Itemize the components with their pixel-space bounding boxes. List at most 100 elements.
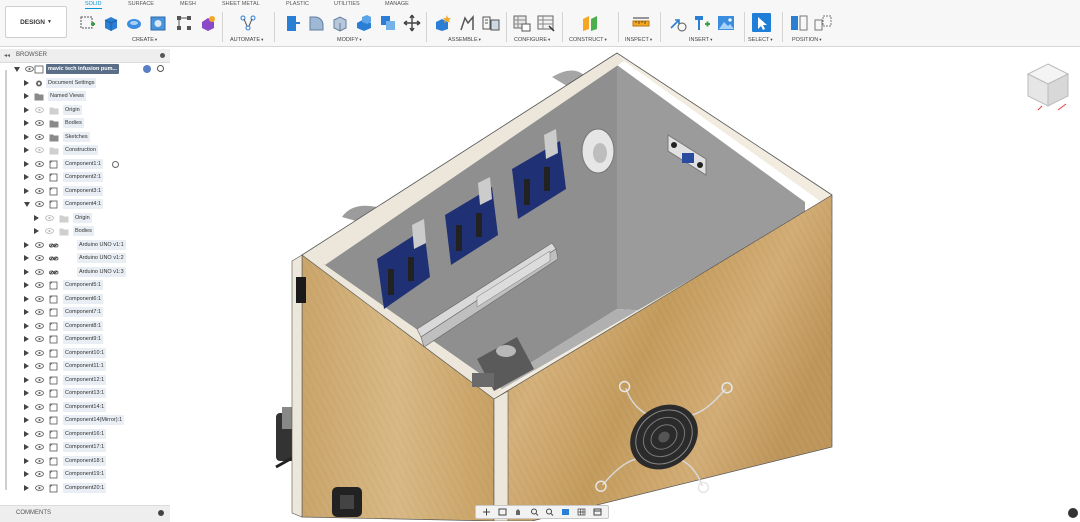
- browser-item[interactable]: Component19:1: [0, 468, 172, 481]
- visibility-eye-icon[interactable]: [35, 444, 44, 450]
- browser-item[interactable]: Component16:1: [0, 428, 172, 441]
- group-inspect[interactable]: INSPECT▾: [625, 37, 652, 43]
- visibility-eye-icon[interactable]: [35, 457, 44, 464]
- browser-item[interactable]: Component12:1: [0, 374, 172, 387]
- help-icon[interactable]: [1068, 508, 1078, 518]
- fillet-icon[interactable]: [306, 13, 325, 32]
- group-modify[interactable]: MODIFY▾: [337, 37, 362, 43]
- browser-item[interactable]: Component3:1: [0, 185, 172, 198]
- tab-sheet-metal[interactable]: SHEET METAL: [222, 1, 260, 7]
- create-form-icon[interactable]: [198, 13, 217, 32]
- browser-root-item[interactable]: mavic tech infusion pum...: [0, 63, 172, 76]
- visibility-eye-icon[interactable]: [35, 201, 44, 207]
- browser-item[interactable]: Component1:1: [0, 158, 172, 171]
- combine-icon[interactable]: [378, 13, 397, 32]
- configure-rules-icon[interactable]: [536, 13, 555, 32]
- visibility-eye-icon[interactable]: [35, 147, 44, 153]
- configure-table-icon[interactable]: [512, 13, 531, 32]
- browser-item[interactable]: Origin: [0, 212, 172, 225]
- group-construct[interactable]: CONSTRUCT▾: [569, 37, 607, 43]
- expand-arrow-icon[interactable]: [24, 295, 29, 302]
- offset-plane-icon[interactable]: [580, 13, 599, 32]
- group-assemble[interactable]: ASSEMBLE▾: [448, 37, 481, 43]
- look-at-icon[interactable]: [498, 508, 507, 516]
- chamfer-icon[interactable]: [330, 13, 349, 32]
- visibility-eye-icon[interactable]: [35, 349, 44, 356]
- browser-item[interactable]: Component14:1: [0, 401, 172, 414]
- expand-arrow-icon[interactable]: [24, 349, 29, 356]
- visibility-eye-icon[interactable]: [35, 376, 44, 383]
- browser-item[interactable]: Component2:1: [0, 171, 172, 184]
- browser-item[interactable]: Named Views: [0, 90, 172, 103]
- browser-item[interactable]: Component17:1: [0, 441, 172, 454]
- expand-arrow-icon[interactable]: [24, 336, 29, 342]
- browser-item[interactable]: Origin: [0, 104, 172, 117]
- browser-item[interactable]: Arduino UNO v1:2: [0, 252, 172, 265]
- fit-icon[interactable]: [545, 508, 554, 516]
- canvas-viewport[interactable]: [172, 47, 1080, 521]
- expand-arrow-icon[interactable]: [24, 241, 29, 248]
- joint-icon[interactable]: [457, 13, 476, 32]
- capture-position-icon[interactable]: [789, 13, 808, 32]
- insert-derive-icon[interactable]: [668, 13, 687, 32]
- view-cube[interactable]: [1022, 60, 1074, 112]
- visibility-eye-icon[interactable]: [35, 484, 44, 491]
- visibility-eye-icon[interactable]: [35, 282, 44, 288]
- browser-item[interactable]: Arduino UNO v1:3: [0, 266, 172, 279]
- tab-solid[interactable]: SOLID: [85, 1, 102, 9]
- expand-arrow-icon[interactable]: [24, 187, 29, 194]
- revert-position-icon[interactable]: [813, 13, 832, 32]
- browser-item[interactable]: Document Settings: [0, 77, 172, 90]
- insert-mcmaster-icon[interactable]: [692, 13, 711, 32]
- expand-arrow-icon[interactable]: [24, 309, 29, 315]
- expand-arrow-icon[interactable]: [24, 390, 29, 396]
- expand-arrow-icon[interactable]: [24, 79, 29, 86]
- activate-radio-icon[interactable]: [157, 65, 164, 72]
- browser-item[interactable]: Bodies: [0, 117, 172, 130]
- expand-arrow-icon[interactable]: [24, 255, 29, 261]
- expand-arrow-icon[interactable]: [24, 174, 29, 180]
- visibility-eye-icon[interactable]: [35, 160, 44, 167]
- visibility-eye-icon[interactable]: [35, 187, 44, 194]
- visibility-eye-icon[interactable]: [35, 417, 44, 423]
- browser-item[interactable]: Component14(Mirror):1: [0, 414, 172, 427]
- group-position[interactable]: POSITION▾: [792, 37, 822, 43]
- hole-icon[interactable]: [148, 13, 167, 32]
- expand-arrow-icon[interactable]: [34, 228, 39, 234]
- move-copy-icon[interactable]: [402, 13, 421, 32]
- visibility-eye-icon[interactable]: [35, 106, 44, 113]
- visibility-eye-icon[interactable]: [35, 241, 44, 248]
- browser-item[interactable]: Component11:1: [0, 360, 172, 373]
- browser-item[interactable]: Component4:1: [0, 198, 172, 211]
- browser-item[interactable]: Arduino UNO v1:1: [0, 239, 172, 252]
- group-select[interactable]: SELECT▾: [748, 37, 773, 43]
- visibility-eye-icon[interactable]: [35, 363, 44, 369]
- collaboration-icon[interactable]: [143, 65, 151, 73]
- press-pull-icon[interactable]: [282, 13, 301, 32]
- group-configure[interactable]: CONFIGURE▾: [514, 37, 550, 43]
- visibility-eye-icon[interactable]: [35, 309, 44, 315]
- visibility-eye-icon[interactable]: [35, 322, 44, 329]
- browser-item[interactable]: Component8:1: [0, 320, 172, 333]
- rectangular-pattern-icon[interactable]: [174, 13, 193, 32]
- expand-open-icon[interactable]: [14, 67, 20, 72]
- tab-mesh[interactable]: MESH: [180, 1, 196, 7]
- expand-arrow-icon[interactable]: [24, 430, 29, 437]
- tab-utilities[interactable]: UTILITIES: [334, 1, 360, 7]
- expand-arrow-icon[interactable]: [34, 214, 39, 221]
- visibility-eye-icon[interactable]: [35, 471, 44, 477]
- visibility-eye-icon[interactable]: [35, 390, 44, 396]
- browser-item[interactable]: Component10:1: [0, 347, 172, 360]
- visibility-eye-icon[interactable]: [35, 403, 44, 410]
- group-create[interactable]: CREATE▾: [132, 37, 157, 43]
- new-component-icon[interactable]: [433, 13, 452, 32]
- visibility-eye-icon[interactable]: [35, 174, 44, 180]
- tab-manage[interactable]: MANAGE: [385, 1, 409, 7]
- expand-arrow-icon[interactable]: [24, 160, 29, 167]
- browser-item[interactable]: Component5:1: [0, 279, 172, 292]
- expand-arrow-icon[interactable]: [24, 417, 29, 423]
- shell-icon[interactable]: [354, 13, 373, 32]
- display-settings-icon[interactable]: [561, 508, 570, 516]
- expand-arrow-icon[interactable]: [24, 403, 29, 410]
- browser-item[interactable]: Bodies: [0, 225, 172, 238]
